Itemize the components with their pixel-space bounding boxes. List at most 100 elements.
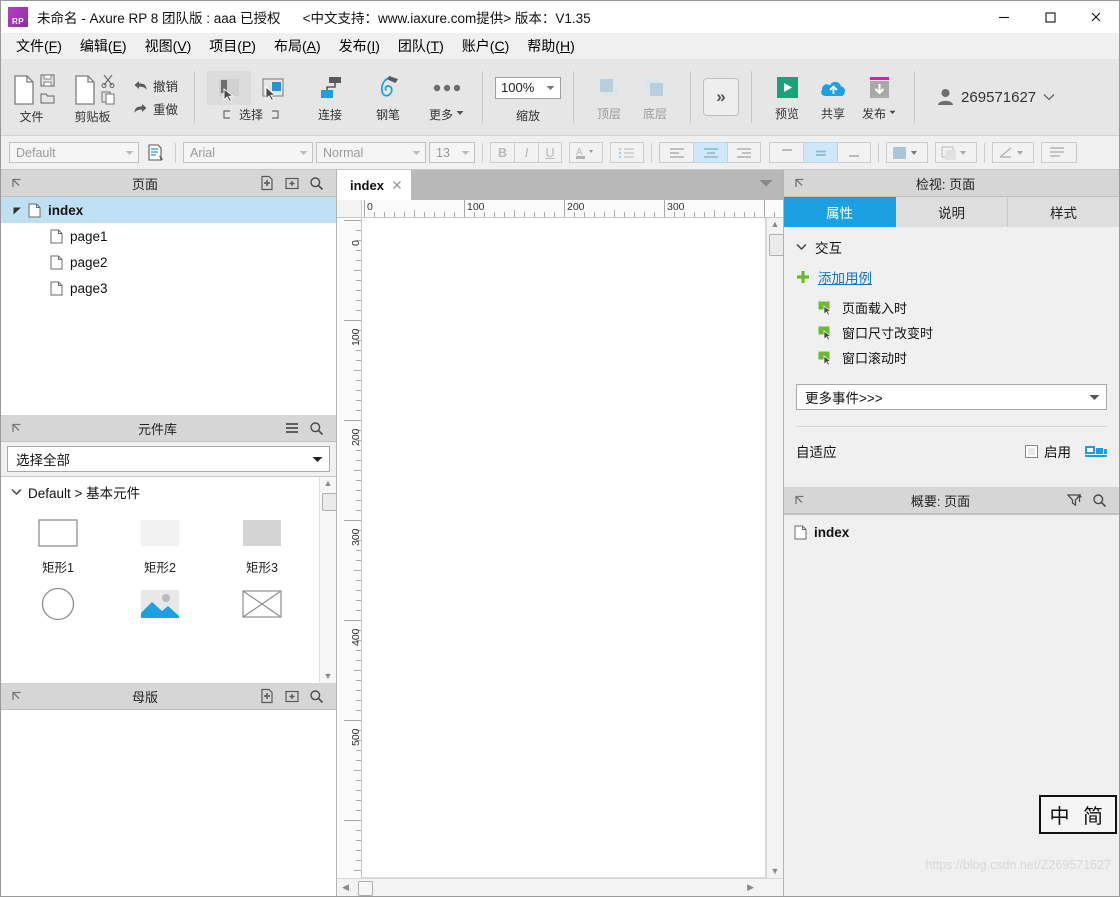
paste-button[interactable] — [68, 70, 100, 106]
font-family-select[interactable]: Arial — [183, 142, 313, 163]
library-widget-circle[interactable] — [7, 580, 109, 622]
toolbar-overflow-button[interactable]: » — [703, 78, 740, 116]
document-tab-index[interactable]: index — [337, 170, 411, 200]
page-tree-item-index[interactable]: index — [1, 197, 336, 223]
tab-notes[interactable]: 说明 — [896, 197, 1008, 227]
library-select[interactable]: 选择全部 — [7, 446, 330, 472]
interaction-section-header[interactable]: 交互 — [784, 227, 1119, 263]
publish-button[interactable]: 发布 — [856, 70, 902, 124]
undo-button[interactable]: 撤销 — [129, 74, 182, 97]
library-widget-rect1[interactable]: 矩形1 — [7, 509, 109, 576]
library-widget-placeholder[interactable] — [211, 580, 313, 622]
vertical-ruler[interactable]: 0 100 200 300 400 500 — [337, 218, 362, 878]
menu-file[interactable]: 文件(F) — [7, 33, 71, 59]
minimize-button[interactable] — [981, 1, 1027, 33]
library-widget-rect3[interactable]: 矩形3 — [211, 509, 313, 576]
hamburger-menu-icon[interactable] — [284, 421, 300, 435]
scroll-thumb[interactable] — [322, 493, 336, 511]
scroll-right-arrow-icon[interactable]: ▶ — [747, 882, 754, 893]
shadow-button[interactable] — [935, 142, 977, 163]
adaptive-enable-checkbox[interactable] — [1025, 444, 1038, 458]
zoom-select[interactable]: 100% — [495, 76, 562, 99]
menu-project[interactable]: 项目(P) — [200, 33, 265, 59]
event-row-window-resize[interactable]: 窗口尺寸改变时 — [784, 320, 1119, 345]
menu-edit[interactable]: 编辑(E) — [71, 33, 136, 59]
scroll-thumb[interactable] — [769, 234, 784, 256]
bring-to-front-button[interactable]: 顶层 — [586, 70, 632, 124]
library-section-header[interactable]: Default > 基本元件 — [1, 477, 319, 507]
add-page-icon[interactable] — [259, 175, 275, 191]
widget-style-select[interactable]: Default — [9, 142, 139, 163]
menu-account[interactable]: 账户(C) — [453, 33, 518, 59]
menu-team[interactable]: 团队(T) — [389, 33, 453, 59]
align-center-button[interactable] — [693, 142, 727, 163]
align-right-button[interactable] — [727, 142, 761, 163]
padding-button[interactable] — [1041, 142, 1077, 163]
tab-properties[interactable]: 属性 — [784, 197, 896, 227]
master-tree[interactable] — [1, 710, 336, 896]
inspector-collapse-button[interactable] — [784, 177, 814, 190]
valign-top-button[interactable] — [769, 142, 803, 163]
search-icon[interactable] — [309, 176, 324, 191]
select-mode-shape-button[interactable] — [207, 71, 252, 105]
send-to-back-button[interactable]: 底层 — [632, 70, 678, 124]
underline-button[interactable]: U — [538, 142, 562, 163]
design-canvas[interactable] — [362, 218, 766, 878]
menu-layout[interactable]: 布局(A) — [265, 33, 330, 59]
scroll-down-arrow-icon[interactable]: ▼ — [771, 867, 780, 876]
event-row-page-load[interactable]: 页面载入时 — [784, 295, 1119, 320]
filter-icon[interactable] — [1067, 493, 1083, 508]
master-collapse-button[interactable] — [1, 690, 31, 703]
more-tools-button[interactable]: 更多 — [423, 69, 470, 125]
add-master-icon[interactable] — [259, 688, 275, 704]
page-tree-item-page1[interactable]: page1 — [1, 223, 336, 249]
canvas-horizontal-scrollbar[interactable]: ◀ ▶ — [337, 878, 783, 896]
menu-help[interactable]: 帮助(H) — [518, 33, 583, 59]
page-tree-item-page3[interactable]: page3 — [1, 275, 336, 301]
italic-button[interactable]: I — [514, 142, 538, 163]
search-icon[interactable] — [309, 689, 324, 704]
valign-bottom-button[interactable] — [837, 142, 871, 163]
adaptive-views-icon[interactable] — [1085, 444, 1107, 459]
bullet-list-button[interactable] — [610, 142, 644, 163]
valign-middle-button[interactable] — [803, 142, 837, 163]
tab-list-button[interactable] — [759, 179, 773, 188]
scroll-up-arrow-icon[interactable]: ▲ — [324, 479, 333, 488]
scroll-thumb[interactable] — [358, 881, 373, 896]
style-editor-button[interactable] — [142, 143, 168, 162]
outline-item-index[interactable]: index — [784, 521, 1119, 543]
close-icon[interactable] — [392, 180, 402, 190]
horizontal-ruler[interactable]: 0 100 200 300 — [362, 200, 783, 218]
select-mode-connector-button[interactable] — [251, 71, 295, 105]
connect-button[interactable]: 连接 — [307, 69, 353, 125]
align-left-button[interactable] — [659, 142, 693, 163]
fill-color-button[interactable] — [886, 142, 928, 163]
close-button[interactable] — [1073, 1, 1119, 33]
bold-button[interactable]: B — [490, 142, 514, 163]
pen-button[interactable]: 钢笔 — [365, 69, 411, 125]
event-row-window-scroll[interactable]: 窗口滚动时 — [784, 345, 1119, 370]
search-icon[interactable] — [309, 421, 324, 436]
preview-button[interactable]: 预览 — [764, 70, 810, 124]
search-icon[interactable] — [1092, 493, 1107, 508]
hscroll-track[interactable] — [355, 880, 765, 896]
canvas-viewport[interactable] — [362, 218, 766, 878]
tab-style[interactable]: 样式 — [1008, 197, 1119, 227]
cut-button[interactable] — [100, 73, 117, 88]
font-weight-select[interactable]: Normal — [316, 142, 426, 163]
new-file-button[interactable] — [7, 70, 39, 106]
add-folder-icon[interactable] — [284, 688, 300, 704]
library-widget-rect2[interactable]: 矩形2 — [109, 509, 211, 576]
open-file-button[interactable] — [39, 90, 56, 105]
save-file-button[interactable] — [39, 73, 56, 88]
copy-button[interactable] — [100, 90, 117, 105]
scroll-up-arrow-icon[interactable]: ▲ — [771, 220, 780, 229]
font-size-select[interactable]: 13 — [429, 142, 475, 163]
menu-publish[interactable]: 发布(I) — [330, 33, 389, 59]
library-collapse-button[interactable] — [1, 422, 31, 435]
canvas-vertical-scrollbar[interactable]: ▲ ▼ — [766, 218, 784, 878]
library-widget-image[interactable] — [109, 580, 211, 622]
library-scrollbar[interactable]: ▲ ▼ — [319, 477, 336, 683]
outline-collapse-button[interactable] — [784, 494, 814, 507]
scroll-down-arrow-icon[interactable]: ▼ — [324, 672, 333, 681]
